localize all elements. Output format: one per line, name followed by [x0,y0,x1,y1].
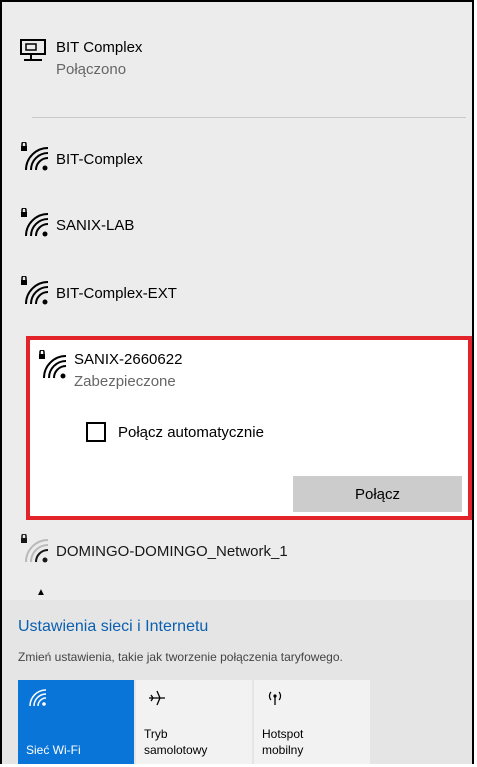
secured-wifi-icon [20,208,56,238]
connected-network-name: BIT Complex [56,39,143,56]
connected-network[interactable]: BIT Complex Połączono [20,38,466,80]
network-item-bit-complex[interactable]: BIT-Complex [20,142,466,172]
wifi-icon [28,688,50,711]
airplane-tile-label: Tryb samolotowy [144,727,208,757]
divider [32,117,466,118]
secured-wifi-icon [38,350,74,380]
network-name: BIT-Complex-EXT [56,285,177,302]
quick-actions: Sieć Wi-Fi Tryb samolotowy Hotspot mobil… [18,680,372,764]
connect-button[interactable]: Połącz [293,476,462,512]
hotspot-tile-label: Hotspot mobilny [262,727,304,757]
auto-connect-checkbox[interactable] [86,422,106,442]
network-settings-link[interactable]: Ustawienia sieci i Internetu [18,618,208,636]
wifi-toggle-tile[interactable]: Sieć Wi-Fi [18,680,134,764]
auto-connect-label: Połącz automatycznie [118,423,264,441]
selected-network-status: Zabezpieczone [74,373,176,390]
hotspot-icon [264,688,286,711]
network-item-sanix-lab[interactable]: SANIX-LAB [20,208,466,238]
network-item-expanded[interactable]: SANIX-2660622 Zabezpieczone Połącz autom… [26,336,472,520]
network-settings-description: Zmień ustawienia, takie jak tworzenie po… [18,650,343,664]
settings-area: Ustawienia sieci i Internetu Zmień ustaw… [2,600,472,764]
more-networks-indicator: ▲ [36,587,46,598]
auto-connect-option[interactable]: Połącz automatycznie [86,422,264,442]
mobile-hotspot-tile[interactable]: Hotspot mobilny [254,680,370,764]
network-name: BIT-Complex [56,151,143,168]
network-item-bit-complex-ext[interactable]: BIT-Complex-EXT [20,276,466,306]
network-name: DOMINGO-DOMINGO_Network_1 [56,543,288,560]
secured-wifi-weak-icon [20,534,56,564]
network-name: SANIX-LAB [56,217,135,234]
connected-network-status: Połączono [56,61,127,78]
network-item-domingo[interactable]: DOMINGO-DOMINGO_Network_1 [20,534,466,564]
wifi-tile-label: Sieć Wi-Fi [26,743,81,757]
secured-wifi-icon [20,142,56,172]
airplane-mode-tile[interactable]: Tryb samolotowy [136,680,252,764]
network-flyout: BIT Complex Połączono BIT-Complex SANIX-… [0,0,474,764]
airplane-icon [146,688,168,711]
ethernet-icon [20,38,56,68]
selected-network-name: SANIX-2660622 [74,351,183,368]
secured-wifi-icon [20,276,56,306]
selected-network-header: SANIX-2660622 Zabezpieczone [38,350,462,392]
